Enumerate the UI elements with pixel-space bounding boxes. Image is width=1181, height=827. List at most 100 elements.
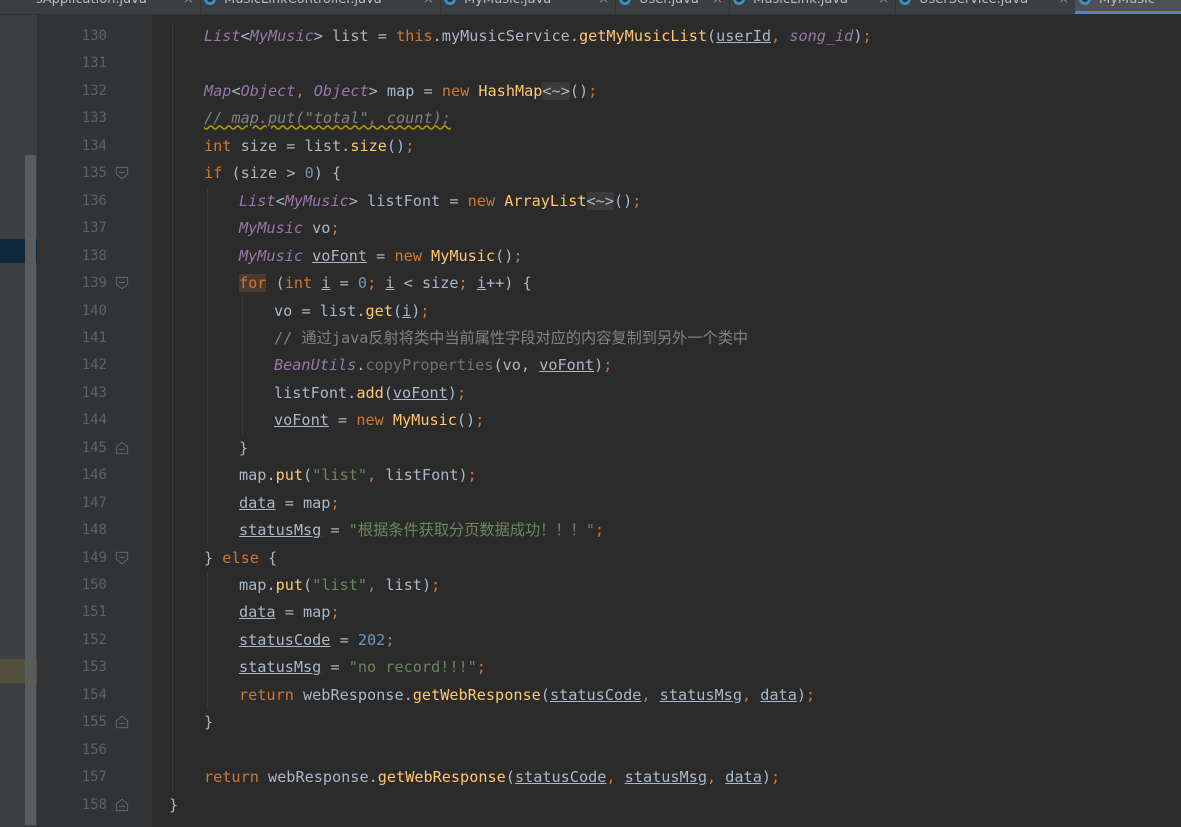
code-line[interactable]: if (size > 0) { [204,160,341,187]
project-tool-window [0,15,37,827]
code-token: = [328,411,357,430]
code-line[interactable]: statusMsg = "no record!!!"; [239,654,486,681]
code-token: = [330,630,358,649]
line-number: 130 [81,28,107,44]
code-line[interactable]: data = map; [239,599,340,626]
code-line[interactable]: voFont = new MyMusic(); [274,407,484,434]
code-token: <~> [586,191,614,210]
line-number: 146 [81,467,107,484]
line-number: 136 [81,192,107,209]
code-token: list [304,136,342,155]
code-line[interactable]: Map<Object, Object> map = new HashMap<~>… [204,78,597,105]
code-token: ; [458,274,477,293]
code-token: i [385,274,395,293]
code-token: > list [313,27,378,45]
code-token: } [204,548,223,567]
project-scrollbar[interactable] [25,155,36,825]
code-token: ) { [313,164,342,183]
line-number: 151 [81,604,107,621]
code-line[interactable]: MyMusic vo; [239,215,340,242]
code-editor[interactable]: List<MyMusic> list = this.myMusicService… [152,15,1181,827]
code-line[interactable]: // map.put("total", count); [204,105,451,132]
editor-tab[interactable]: UserService.java× [895,0,1076,14]
code-token: vo [312,219,331,238]
code-token: } [239,438,249,457]
code-token: , [295,81,314,100]
editor-tab[interactable]: MyMusic.java× [440,0,616,14]
code-line[interactable]: statusMsg = "根据条件获取分页数据成功！！！"; [239,517,604,544]
code-token: , [741,685,761,704]
code-token: Object [240,81,296,100]
code-line[interactable]: List<MyMusic> list = this.myMusicService… [204,23,872,50]
fold-end-icon[interactable] [115,798,129,812]
code-token: . [368,768,378,787]
code-line[interactable]: listFont.add(voFont); [274,380,466,407]
code-token: ( [505,768,515,787]
code-token: i [402,301,412,320]
code-line[interactable]: MyMusic voFont = new MyMusic(); [239,243,523,270]
fold-end-icon[interactable] [115,441,129,455]
code-token: < [231,81,241,100]
code-line[interactable]: statusCode = 202; [239,627,394,654]
code-line[interactable]: } [169,792,178,819]
code-token: . [569,27,579,45]
code-token: ; [475,411,485,430]
code-line[interactable]: return webResponse.getWebResponse(status… [239,682,815,709]
editor-tab[interactable]: sApplication.java× [0,0,201,14]
code-token: size [350,136,387,155]
code-token: voFont [274,411,329,430]
line-number: 141 [81,329,107,346]
code-token: ; [330,603,340,622]
code-line[interactable]: data = map; [239,490,340,517]
code-token: ; [467,466,477,485]
editor-tab[interactable]: User.java× [615,0,730,14]
code-token: statusMsg [624,768,707,787]
code-token: . [266,466,276,485]
code-token: } [169,795,179,814]
code-token: > [286,164,305,183]
code-token: statusMsg [239,521,322,540]
editor-tab[interactable]: MyMusic [1075,0,1181,14]
code-token: ; [594,521,604,540]
code-line[interactable]: BeanUtils.copyProperties(vo, voFont); [274,352,612,379]
code-token: = [449,191,468,210]
code-line[interactable]: List<MyMusic> listFont = new ArrayList<~… [239,188,641,215]
code-line[interactable]: map.put("list", listFont); [239,462,477,489]
code-token: MyMusic [284,191,349,210]
code-line[interactable]: } else { [204,545,277,572]
code-token: put [275,466,304,485]
code-token: voFont [392,383,448,402]
fold-end-icon[interactable] [115,715,129,729]
code-line[interactable]: map.put("list", list); [239,572,440,599]
code-line[interactable]: } [204,709,213,736]
code-line[interactable]: // 通过java反射将类中当前属性字段对应的内容复制到另外一个类中 [274,325,748,352]
code-token: = [275,493,304,512]
code-token: "list" [312,466,368,485]
code-line[interactable]: for (int i = 0; i < size; i++) { [239,270,532,297]
code-token: , [606,768,625,787]
line-number: 149 [81,549,107,566]
code-line[interactable]: } [239,435,248,462]
code-token: size [240,136,287,155]
code-line[interactable]: return webResponse.getWebResponse(status… [204,764,780,791]
fold-collapse-icon[interactable] [115,166,129,180]
code-token: ) [594,356,604,375]
line-number: 139 [81,275,107,292]
code-token: copyProperties [365,356,494,375]
code-token: statusMsg [239,658,322,677]
code-token: i [476,274,486,293]
fold-collapse-icon[interactable] [115,551,129,565]
editor-tab[interactable]: MusicLink.java× [729,0,896,14]
code-line[interactable]: int size = list.size(); [204,133,414,160]
code-token: "list" [312,576,368,594]
code-token: ; [476,658,486,677]
fold-collapse-icon[interactable] [115,276,129,290]
code-token: ( [303,576,313,594]
line-number: 152 [81,631,107,648]
editor-tab[interactable]: MusicLinkController.java× [200,0,441,14]
code-line[interactable]: vo = list.get(i); [274,298,430,325]
line-number: 155 [81,714,107,731]
code-token: statusMsg [659,685,742,704]
code-token: getWebResponse [412,685,541,704]
code-token: (vo, [493,356,540,375]
